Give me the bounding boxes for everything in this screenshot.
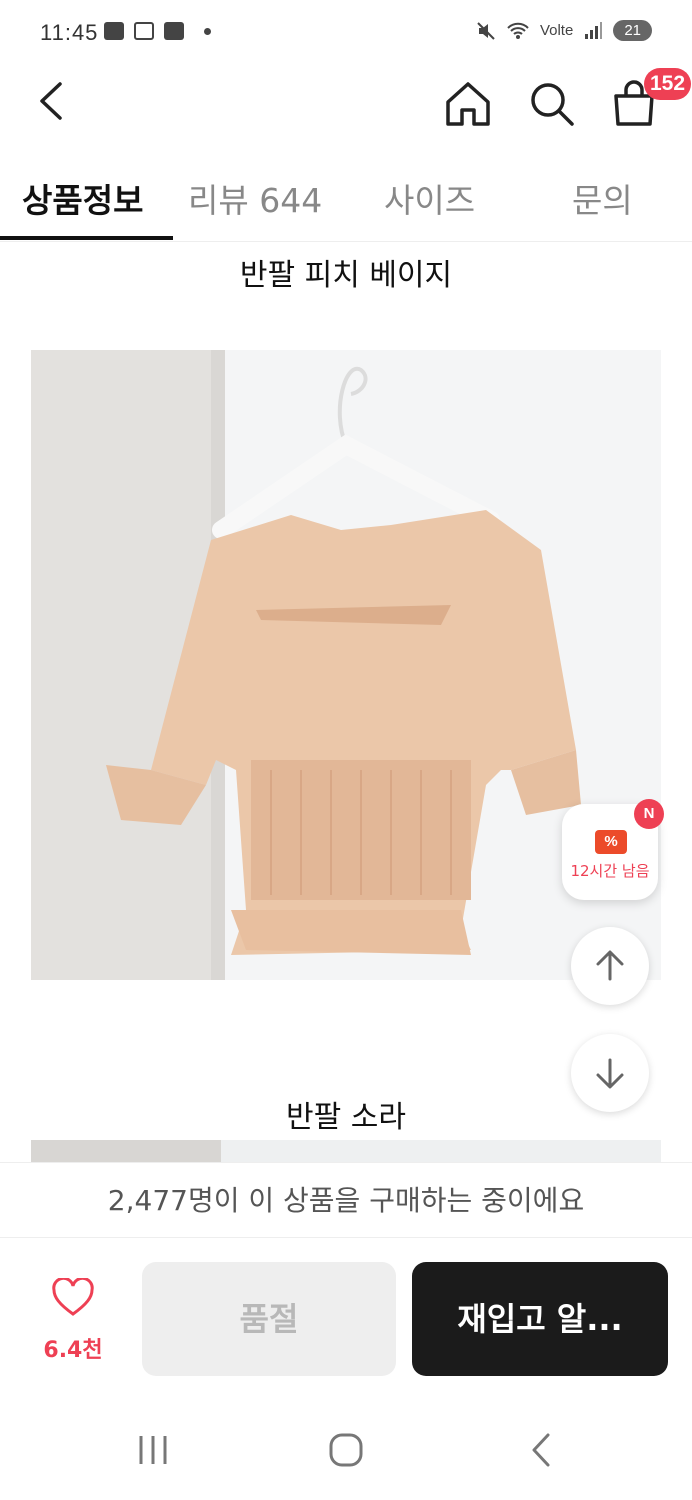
- bottom-action-bar: 6.4천 품절 재입고 알...: [0, 1238, 692, 1400]
- mute-icon: [477, 21, 495, 40]
- coupon-icon: %: [595, 830, 627, 854]
- like-count: 6.4천: [43, 1338, 103, 1363]
- back-nav-icon[interactable]: [516, 1430, 566, 1470]
- system-nav-bar: [0, 1400, 692, 1500]
- status-bar: 11:45 Volte 21: [0, 0, 692, 66]
- product-photo: [31, 1140, 661, 1162]
- back-icon[interactable]: [30, 76, 80, 126]
- tab-reviews[interactable]: 리뷰 644: [188, 174, 322, 222]
- active-tab-indicator: [0, 236, 173, 240]
- system-icons: Volte 21: [476, 20, 652, 41]
- coupon-time-left: 12시간 남음: [570, 862, 650, 880]
- next-product-image: [31, 1140, 661, 1162]
- more-notifications-icon: [204, 27, 211, 35]
- network-type: Volte: [539, 22, 574, 39]
- product-detail-content: 반팔 피치 베이지 반팔 소라: [0, 242, 692, 1162]
- purchase-activity-notice: 2,477명이 이 상품을 구매하는 중이에요: [0, 1162, 692, 1238]
- home-nav-icon[interactable]: [321, 1430, 371, 1470]
- restock-alert-button[interactable]: 재입고 알...: [412, 1262, 668, 1376]
- tab-size[interactable]: 사이즈: [384, 174, 475, 222]
- status-time: 11:45: [40, 20, 99, 45]
- home-icon[interactable]: [440, 76, 496, 132]
- scroll-bottom-button[interactable]: [571, 1034, 649, 1112]
- search-icon[interactable]: [524, 76, 580, 132]
- screenshot-icon: [134, 22, 154, 40]
- tab-inquiry[interactable]: 문의: [572, 174, 633, 222]
- like-button[interactable]: 6.4천: [30, 1274, 116, 1364]
- arrow-down-icon: [596, 1058, 624, 1089]
- notification-icons: [104, 22, 211, 40]
- product-tabs: 상품정보 리뷰 644 사이즈 문의: [0, 160, 692, 242]
- mail-icon: [164, 22, 184, 40]
- battery-indicator: 21: [613, 20, 652, 41]
- new-badge: N: [634, 799, 664, 829]
- arrow-up-icon: [596, 950, 624, 981]
- soldout-button: 품절: [142, 1262, 396, 1376]
- folder-icon: [104, 22, 124, 40]
- scroll-top-button[interactable]: [571, 927, 649, 1005]
- cart-count-badge: 152: [644, 68, 692, 100]
- recent-apps-icon[interactable]: [128, 1430, 178, 1470]
- wifi-icon: [507, 22, 529, 39]
- top-header: [0, 66, 692, 138]
- tab-product-info[interactable]: 상품정보: [22, 174, 143, 222]
- signal-icon: [585, 21, 603, 39]
- heart-icon: [52, 1276, 94, 1316]
- color-caption: 반팔 피치 베이지: [239, 258, 453, 293]
